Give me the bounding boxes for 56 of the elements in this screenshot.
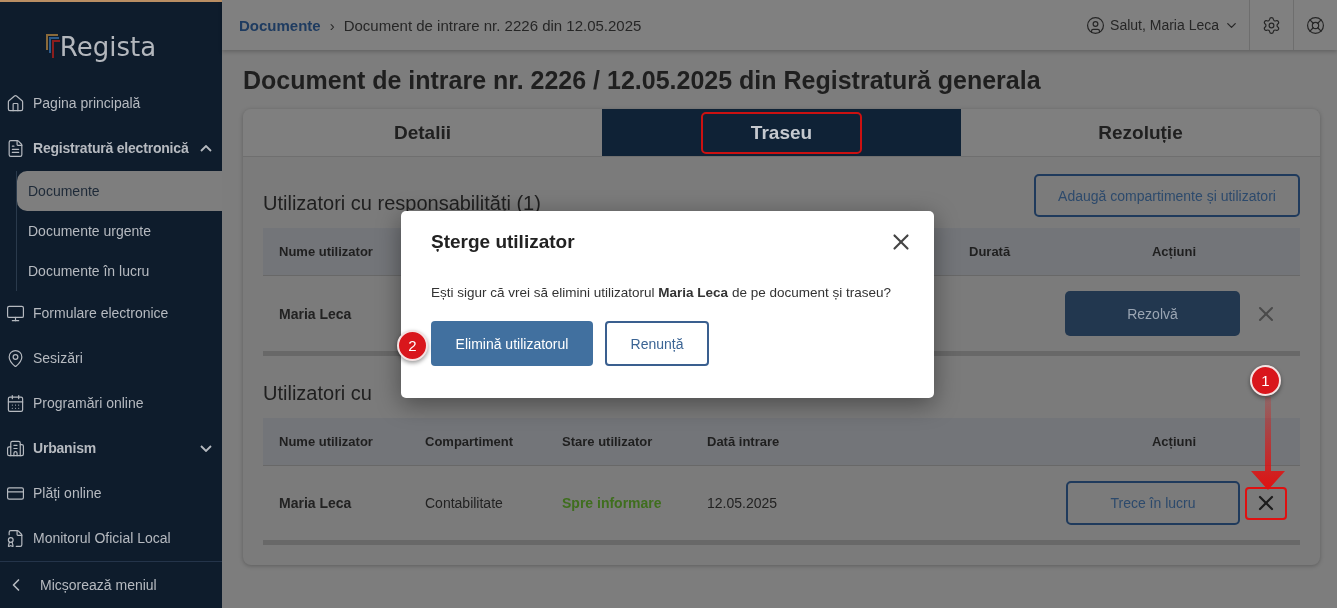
status-text: Spre informare (561, 495, 663, 511)
menu-icon (6, 528, 25, 548)
column-header: Stare utilizator (561, 434, 654, 449)
remove-button[interactable] (1245, 486, 1287, 520)
sidebar-item[interactable]: Monitorul Oficial Local (0, 515, 222, 561)
menu-icon (6, 138, 25, 158)
column-header: Nume utilizator (278, 434, 374, 449)
sidebar-subitem[interactable]: Documente urgente (17, 210, 222, 251)
section-heading: Utilizatori cu (263, 382, 373, 406)
menu-icon (6, 93, 25, 113)
menu-icon (6, 303, 25, 323)
table-cell-text: 12.05.2025 (706, 495, 779, 511)
cancel-button[interactable]: Renunță (605, 321, 709, 366)
menu-icon (6, 393, 25, 413)
column-header: Durată (968, 244, 1012, 259)
sidebar-subitem[interactable]: Documente în lucru (17, 250, 222, 291)
highlight-outline: Traseu (700, 111, 863, 154)
dialog-title: Șterge utilizator (431, 231, 575, 253)
chevron-up-icon (200, 144, 212, 152)
resolve-button[interactable]: Rezolvă (1065, 291, 1240, 336)
sidebar-subitem[interactable]: Documente (17, 170, 222, 211)
tab-label: Detalii (393, 120, 452, 145)
page-title: Document de intrare nr. 2226 / 12.05.2025 din Registratură generala (243, 66, 1042, 95)
tab[interactable]: Detalii (243, 109, 602, 157)
column-header: Dată intrare (706, 434, 781, 449)
settings-icon (1262, 15, 1281, 35)
table-cell-text: Maria Leca (278, 495, 353, 511)
sidebar-item[interactable]: Formulare electronice (0, 290, 222, 336)
sidebar-item[interactable]: Programări online (0, 380, 222, 426)
collapse-menu-button[interactable]: Micșorează meniul (0, 560, 222, 608)
logo-icon (45, 34, 60, 61)
table-cell-text: Maria Leca (278, 305, 353, 322)
breadcrumb-separator: › (329, 16, 335, 34)
column-header: Acțiuni (1150, 434, 1197, 449)
user-menu[interactable]: Salut, Maria Leca (1086, 15, 1249, 35)
column-header: Nume utilizator (278, 244, 374, 259)
tab[interactable]: Rezoluție (961, 109, 1320, 157)
sidebar-item[interactable]: Pagina principală (0, 80, 222, 126)
breadcrumb-current: Document de intrare nr. 2226 din 12.05.2025 (343, 16, 643, 34)
menu-icon (6, 438, 25, 458)
user-icon (1086, 15, 1106, 35)
column-header: Compartiment (424, 434, 515, 449)
lifebuoy-icon (1306, 15, 1325, 35)
tab-label: Rezoluție (1097, 120, 1184, 145)
sidebar-item[interactable]: Sesizări (0, 335, 222, 381)
menu-icon (6, 348, 25, 368)
tab[interactable]: Traseu (602, 109, 961, 157)
sidebar-item[interactable]: Registratură electronică (0, 125, 222, 171)
sidebar-item[interactable]: Urbanism (0, 425, 222, 471)
column-header: Acțiuni (1150, 244, 1197, 259)
table-cell-text: Contabilitate (424, 495, 504, 511)
chevron-down-icon (200, 444, 212, 452)
logo: Regista (59, 32, 157, 63)
confirm-button[interactable]: Elimină utilizatorul (431, 321, 593, 366)
dialog-message: Ești sigur că vrei să elimini utilizatorul Maria Leca de pe document și traseu? (431, 285, 892, 300)
sidebar-item[interactable]: Plăți online (0, 470, 222, 516)
